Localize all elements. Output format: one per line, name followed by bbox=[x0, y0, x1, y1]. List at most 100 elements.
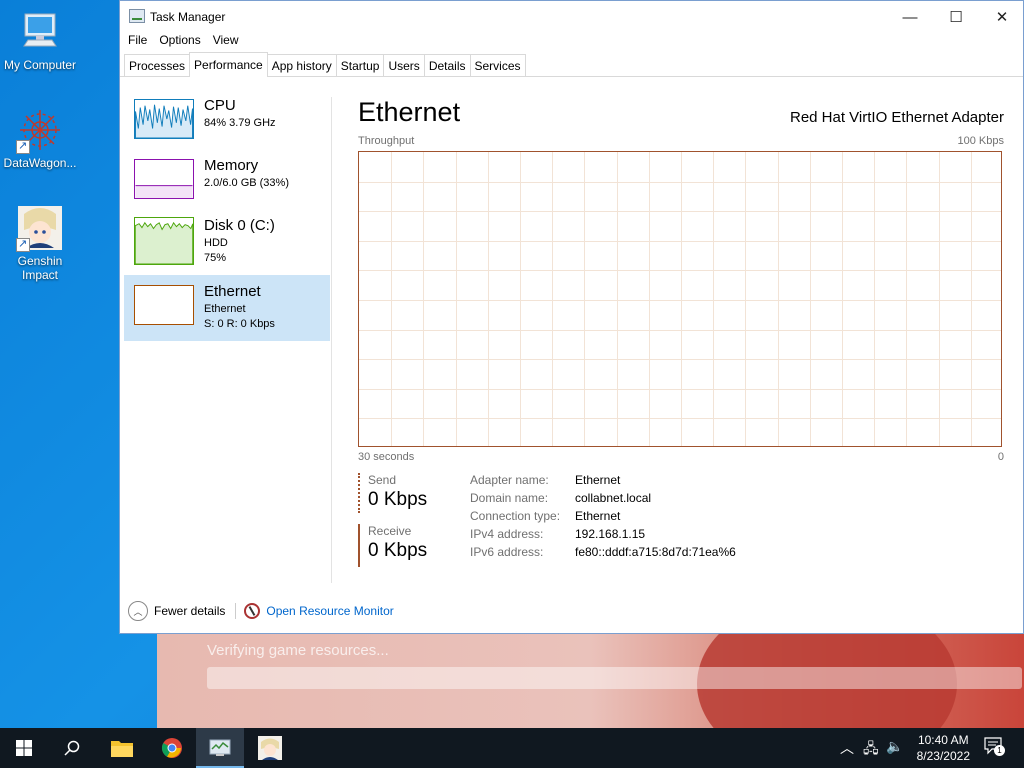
notification-count-badge: 1 bbox=[994, 745, 1005, 756]
detail-title: Ethernet bbox=[358, 97, 461, 127]
property-row: Adapter name: Ethernet bbox=[470, 473, 736, 491]
shortcut-arrow-icon bbox=[16, 139, 30, 154]
sidebar-item-title: Memory bbox=[204, 157, 259, 174]
fewer-details-link[interactable]: Fewer details bbox=[154, 604, 225, 618]
system-clock[interactable]: 10:40 AM 8/23/2022 bbox=[917, 732, 970, 764]
taskbar-chrome[interactable] bbox=[148, 728, 196, 768]
chevron-up-icon[interactable]: ︿ bbox=[840, 738, 854, 758]
property-row: Connection type: Ethernet bbox=[470, 509, 736, 527]
graph-label: Throughput bbox=[358, 135, 415, 147]
genshin-icon bbox=[258, 736, 282, 760]
shortcut-arrow-icon bbox=[16, 237, 30, 252]
menu-view[interactable]: View bbox=[211, 33, 249, 51]
desktop-icon-datawagon[interactable]: DataWagon... bbox=[0, 106, 80, 170]
search-icon bbox=[64, 740, 80, 756]
network-icon[interactable]: 🖧 bbox=[863, 738, 879, 762]
graph-time-span: 30 seconds bbox=[358, 451, 415, 463]
sidebar-item-memory[interactable]: Memory 2.0/6.0 GB (33%) bbox=[124, 157, 330, 223]
footer-divider bbox=[235, 603, 237, 619]
minimize-button[interactable]: — bbox=[887, 1, 933, 33]
property-key: Adapter name: bbox=[470, 473, 549, 487]
search-button[interactable] bbox=[48, 728, 96, 768]
property-value: fe80::dddf:a715:8d7d:71ea%6 bbox=[575, 545, 736, 559]
sidebar-item-subtitle: HDD bbox=[204, 237, 228, 249]
disk-mini-graph bbox=[134, 217, 194, 265]
ethernet-mini-graph bbox=[134, 285, 194, 325]
property-value: 192.168.1.15 bbox=[575, 527, 646, 541]
task-manager-icon bbox=[209, 739, 231, 756]
footer-bar: ︿ Fewer details Open Resource Monitor bbox=[128, 601, 394, 621]
sidebar-item-subtitle: 75% bbox=[204, 252, 227, 264]
datawagon-icon bbox=[16, 106, 64, 154]
send-stat: Send 0 Kbps bbox=[358, 473, 448, 513]
menu-options[interactable]: Options bbox=[157, 33, 210, 51]
tab-performance[interactable]: Performance bbox=[189, 52, 268, 77]
property-value: Ethernet bbox=[575, 509, 621, 523]
sidebar-item-disk[interactable]: Disk 0 (C:) HDD 75% bbox=[124, 217, 330, 283]
desktop-icon-genshin[interactable]: Genshin Impact bbox=[0, 204, 80, 282]
tab-processes[interactable]: Processes bbox=[124, 54, 191, 76]
property-row: IPv4 address: 192.168.1.15 bbox=[470, 527, 736, 545]
tab-services[interactable]: Services bbox=[469, 54, 526, 76]
title-bar[interactable]: Task Manager — ☐ ✕ bbox=[120, 1, 1023, 33]
open-resource-monitor-link[interactable]: Open Resource Monitor bbox=[266, 604, 393, 618]
tab-app-history[interactable]: App history bbox=[266, 54, 337, 76]
game-launcher-window: Verifying game resources... bbox=[157, 634, 1024, 728]
desktop-icon-label: Genshin Impact bbox=[17, 254, 63, 282]
tab-details[interactable]: Details bbox=[423, 54, 471, 76]
receive-value: 0 Kbps bbox=[368, 540, 428, 561]
start-button[interactable] bbox=[0, 728, 48, 768]
property-row: IPv6 address: fe80::dddf:a715:8d7d:71ea%… bbox=[470, 545, 736, 563]
panel-divider bbox=[331, 97, 332, 583]
sidebar-item-cpu[interactable]: CPU 84% 3.79 GHz bbox=[124, 97, 330, 163]
send-value: 0 Kbps bbox=[368, 489, 428, 510]
graph-axis-min: 0 bbox=[997, 451, 1004, 463]
task-manager-window: Task Manager — ☐ ✕ File Options View Pro… bbox=[119, 0, 1024, 634]
menu-bar: File Options View bbox=[120, 33, 1023, 51]
receive-label: Receive bbox=[368, 524, 412, 538]
property-key: Connection type: bbox=[470, 509, 561, 523]
sidebar-item-title: Disk 0 (C:) bbox=[204, 217, 275, 234]
maximize-button[interactable]: ☐ bbox=[933, 1, 979, 33]
taskbar: ︿ 🖧 🔈 10:40 AM 8/23/2022 1 bbox=[0, 728, 1024, 768]
property-row: Domain name: collabnet.local bbox=[470, 491, 736, 509]
computer-icon bbox=[16, 8, 64, 56]
desktop-icon-label: My Computer bbox=[3, 58, 77, 72]
close-button[interactable]: ✕ bbox=[979, 1, 1024, 33]
taskbar-task-manager[interactable] bbox=[196, 728, 244, 768]
sidebar-item-title: CPU bbox=[204, 97, 236, 114]
property-key: Domain name: bbox=[470, 491, 549, 505]
taskbar-genshin[interactable] bbox=[246, 728, 294, 768]
desktop-icon-my-computer[interactable]: My Computer bbox=[0, 8, 80, 72]
memory-mini-graph bbox=[134, 159, 194, 199]
taskbar-file-explorer[interactable] bbox=[98, 728, 146, 768]
window-title: Task Manager bbox=[150, 10, 226, 24]
folder-icon bbox=[111, 741, 133, 757]
sidebar-item-title: Ethernet bbox=[204, 283, 261, 300]
sidebar-item-subtitle: S: 0 R: 0 Kbps bbox=[204, 318, 275, 330]
notification-icon[interactable]: 1 bbox=[984, 737, 1005, 758]
volume-icon[interactable]: 🔈 bbox=[886, 738, 903, 755]
tab-users[interactable]: Users bbox=[383, 54, 425, 76]
clock-time: 10:40 AM bbox=[917, 733, 969, 747]
graph-max-label: 100 Kbps bbox=[957, 135, 1004, 147]
sidebar-item-subtitle: 2.0/6.0 GB (33%) bbox=[204, 177, 289, 189]
tab-startup[interactable]: Startup bbox=[335, 54, 385, 76]
sidebar-item-ethernet[interactable]: Ethernet Ethernet S: 0 R: 0 Kbps bbox=[124, 275, 330, 341]
property-value: collabnet.local bbox=[575, 491, 652, 505]
task-manager-icon bbox=[129, 9, 145, 23]
chevron-up-icon[interactable]: ︿ bbox=[128, 601, 148, 621]
adapter-properties: Adapter name: Ethernet Domain name: coll… bbox=[470, 473, 736, 563]
property-value: Ethernet bbox=[575, 473, 621, 487]
chrome-icon bbox=[161, 738, 182, 758]
menu-file[interactable]: File bbox=[128, 33, 157, 51]
send-label: Send bbox=[368, 473, 397, 487]
genshin-icon bbox=[16, 204, 64, 252]
cpu-mini-graph bbox=[134, 99, 194, 139]
tab-strip: Processes Performance App history Startu… bbox=[120, 51, 1023, 77]
sidebar-item-subtitle: Ethernet bbox=[204, 303, 246, 315]
windows-logo-icon bbox=[16, 740, 32, 756]
property-key: IPv6 address: bbox=[470, 545, 544, 559]
launcher-progress-bar bbox=[207, 667, 1022, 689]
property-key: IPv4 address: bbox=[470, 527, 544, 541]
